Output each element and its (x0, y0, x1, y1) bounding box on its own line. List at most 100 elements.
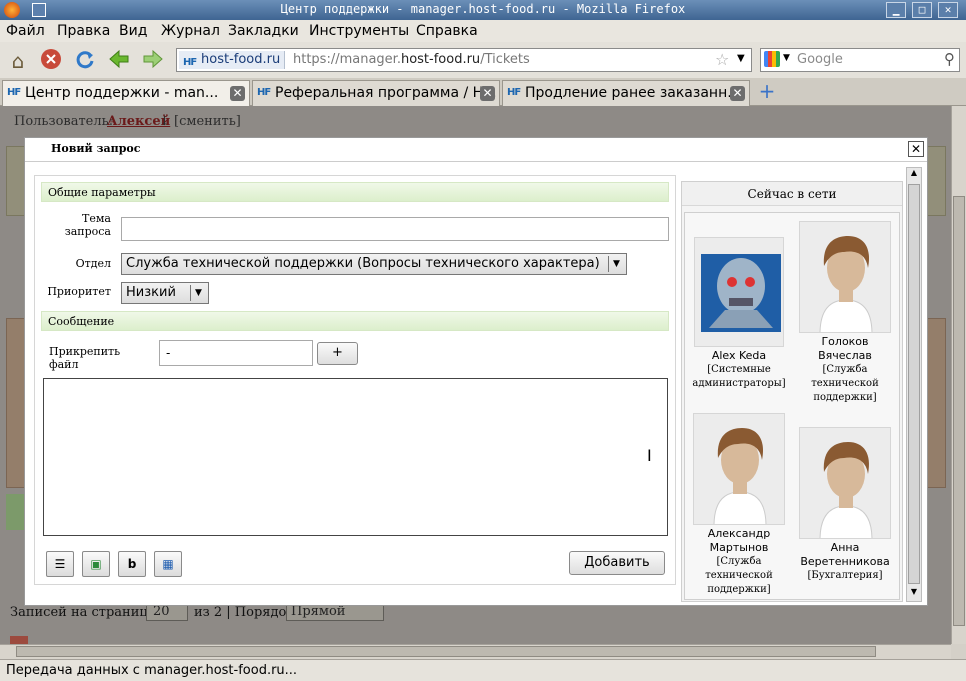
insert-table-icon[interactable]: ▦ (154, 551, 182, 577)
search-icon[interactable]: ⚲ (944, 50, 955, 68)
department-label: Отдел (75, 257, 111, 270)
person-card[interactable]: Alex Keda [Системные администраторы] (691, 237, 787, 391)
text-cursor-icon: I (647, 446, 652, 465)
dialog-scroll-thumb[interactable] (908, 184, 920, 584)
online-people-list: Alex Keda [Системные администраторы] Гол… (684, 212, 900, 600)
add-attachment-button[interactable]: + (317, 342, 358, 365)
home-icon[interactable]: ⌂ (5, 48, 31, 74)
menu-bookmarks[interactable]: Закладки (228, 23, 299, 39)
window-titlebar: Центр поддержки - manager.host-food.ru -… (0, 0, 966, 20)
message-textarea[interactable] (43, 378, 668, 536)
records-per-page-label: Записей на странице: (10, 605, 160, 620)
attach-label: Прикрепить файл (49, 345, 121, 371)
dialog-title: Новий запрос (51, 142, 141, 155)
avatar (799, 221, 891, 333)
address-bar[interactable]: HF host-food.ru https://manager.host-food… (176, 48, 752, 72)
person-role: [Системные администраторы] (692, 364, 786, 389)
user-change-link[interactable]: ↓ [сменить] (159, 114, 241, 129)
online-now-title: Сейчас в сети (682, 182, 902, 206)
person-card[interactable]: Александр Мартынов [Служба технической п… (691, 413, 787, 597)
avatar (694, 237, 784, 347)
department-select[interactable]: Служба технической поддержки (Вопросы те… (121, 253, 627, 275)
message-section-header: Сообщение (41, 311, 669, 331)
scroll-down-icon[interactable]: ▼ (908, 587, 920, 601)
dialog-header: Новий запрос ✕ (25, 138, 927, 162)
reload-icon[interactable] (72, 48, 98, 74)
person-name: Alex Keda (711, 349, 767, 362)
person-name: Анна Веретенникова (800, 541, 890, 568)
new-tab-icon[interactable]: + (756, 81, 778, 102)
tab-close-icon[interactable]: ✕ (730, 86, 745, 101)
tab-favicon-icon: HF (507, 87, 521, 98)
tab-support-center[interactable]: HF Центр поддержки - man... ✕ (2, 80, 250, 107)
page-horizontal-scrollbar[interactable] (0, 644, 951, 659)
subject-input[interactable] (121, 217, 669, 241)
status-bar: Передача данных с manager.host-food.ru..… (0, 659, 966, 681)
scroll-up-icon[interactable]: ▲ (908, 168, 920, 182)
reset-icon (10, 636, 28, 644)
menu-tools[interactable]: Инструменты (309, 23, 409, 39)
minimize-button[interactable]: ▁ (886, 2, 906, 18)
page-vertical-scrollbar[interactable] (951, 106, 966, 644)
person-role: [Бухгалтерия] (807, 570, 883, 581)
person-role: [Служба технической поддержки] (811, 364, 879, 403)
menu-history[interactable]: Журнал (161, 23, 220, 39)
page-scroll-thumb[interactable] (953, 196, 965, 626)
window-title: Центр поддержки - manager.host-food.ru -… (280, 2, 686, 16)
tab-label: Центр поддержки - man... (25, 85, 219, 101)
person-card[interactable]: Голоков Вячеслав [Служба технической под… (797, 221, 893, 405)
engine-dropdown-icon[interactable]: ▼ (783, 53, 790, 63)
tab-label: Продление ранее заказанн... (525, 85, 741, 101)
url-text[interactable]: https://manager.host-food.ru/Tickets (293, 52, 530, 67)
search-placeholder: Google (797, 52, 843, 67)
forward-icon[interactable] (140, 48, 166, 74)
dialog-close-icon[interactable]: ✕ (908, 141, 924, 157)
menu-file[interactable]: Файл (6, 23, 45, 39)
pages-order-label: из 2 | Порядок: (194, 605, 299, 620)
tab-close-icon[interactable]: ✕ (230, 86, 245, 101)
request-form: Общие параметры Тема запроса Отдел Служб… (34, 175, 676, 585)
menu-help[interactable]: Справка (416, 23, 478, 39)
site-identity-button[interactable]: HF host-food.ru (179, 51, 286, 69)
priority-label: Приоритет (47, 285, 111, 298)
menu-edit[interactable]: Правка (57, 23, 110, 39)
close-window-button[interactable]: ✕ (938, 2, 958, 18)
attach-file-field[interactable]: - (159, 340, 313, 366)
insert-list-icon[interactable]: ☰ (46, 551, 74, 577)
search-bar[interactable]: ▼ Google ⚲ (760, 48, 960, 72)
tab-label: Реферальная программа / Н... (275, 85, 497, 101)
tab-close-icon[interactable]: ✕ (480, 86, 495, 101)
menu-view[interactable]: Вид (119, 23, 147, 39)
url-dropdown-icon[interactable]: ▼ (737, 53, 745, 64)
url-prefix: https://manager. (293, 52, 401, 67)
general-section-header: Общие параметры (41, 182, 669, 202)
subject-label: Тема запроса (64, 212, 111, 238)
person-role: [Служба технической поддержки] (705, 556, 773, 595)
google-engine-icon[interactable] (764, 51, 780, 67)
priority-select[interactable]: Низкий ▼ (121, 282, 209, 304)
tab-renewal[interactable]: HF Продление ранее заказанн... ✕ (502, 80, 750, 106)
bold-icon[interactable]: b (118, 551, 146, 577)
online-now-panel: Сейчас в сети Alex Keda [Системные админ… (681, 181, 903, 602)
tab-referral-program[interactable]: HF Реферальная программа / Н... ✕ (252, 80, 500, 106)
user-label: Пользователь: (14, 114, 114, 129)
person-name: Голоков Вячеслав (818, 335, 872, 362)
avatar (799, 427, 891, 539)
page-side-widget (6, 494, 24, 530)
tab-favicon-icon: HF (7, 87, 21, 98)
bold-glyph: b (127, 557, 137, 571)
person-card[interactable]: Анна Веретенникова [Бухгалтерия] (797, 427, 893, 583)
maximize-button[interactable]: □ (912, 2, 932, 18)
chevron-down-icon: ▼ (190, 285, 206, 301)
insert-image-icon[interactable]: ▣ (82, 551, 110, 577)
bookmark-star-icon[interactable]: ☆ (715, 50, 729, 69)
dialog-scrollbar[interactable]: ▲ ▼ (906, 167, 922, 602)
url-host: host-food.ru (400, 52, 481, 67)
submit-request-button[interactable]: Добавить (569, 551, 665, 575)
stop-icon[interactable] (38, 48, 64, 74)
menu-bar: Файл Правка Вид Журнал Закладки Инструме… (0, 20, 966, 42)
page-hscroll-thumb[interactable] (16, 646, 876, 657)
back-icon[interactable] (106, 48, 132, 74)
department-value: Служба технической поддержки (Вопросы те… (126, 256, 600, 271)
tab-favicon-icon: HF (257, 87, 271, 98)
